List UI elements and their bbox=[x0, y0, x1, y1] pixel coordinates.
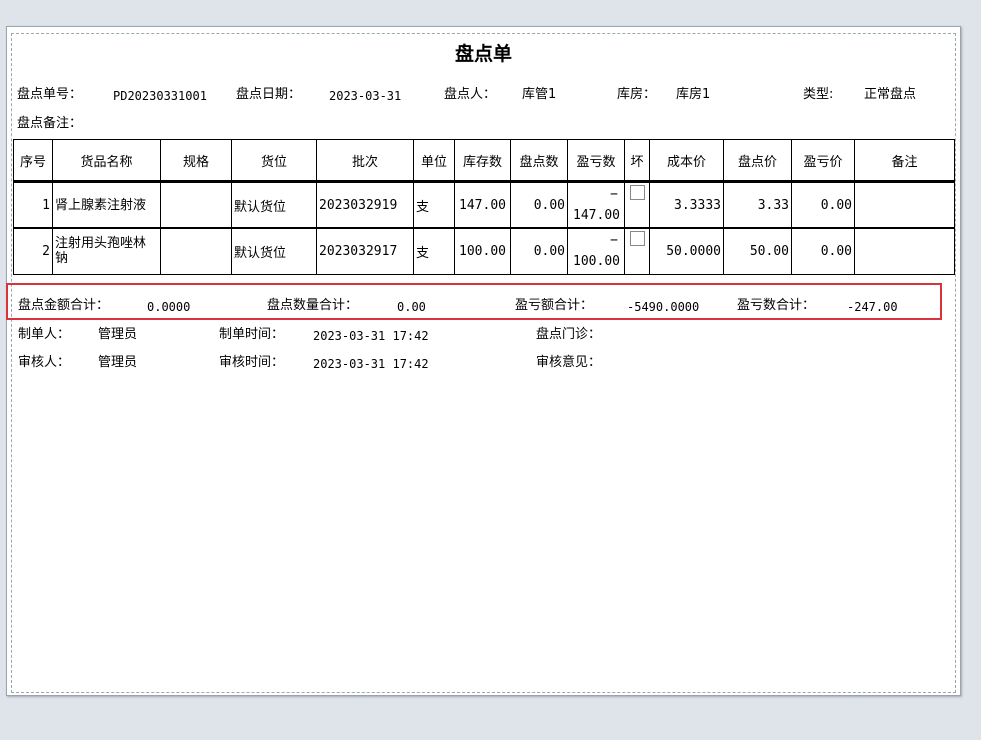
maker-label: 制单人： bbox=[18, 327, 71, 342]
col-header: 备注 bbox=[854, 139, 955, 183]
print-preview-page: 盘点单 盘点单号： PD20230331001 盘点日期： 2023-03-31… bbox=[6, 26, 961, 696]
order-no-value: PD20230331001 bbox=[113, 89, 207, 103]
review-time-value: 2023-03-31 17:42 bbox=[313, 357, 429, 371]
cell-cost: 3.3333 bbox=[649, 181, 724, 229]
col-header: 成本价 bbox=[649, 139, 724, 183]
cell-batch: 2023032919 bbox=[316, 181, 414, 229]
col-header: 序号 bbox=[13, 139, 53, 183]
cell-batch: 2023032917 bbox=[316, 227, 414, 275]
col-header: 库存数 bbox=[454, 139, 511, 183]
remark-label: 盘点备注： bbox=[17, 116, 83, 131]
cell-counted: 0.00 bbox=[510, 181, 568, 229]
col-header: 盘点数 bbox=[510, 139, 568, 183]
totals-highlight-box bbox=[6, 283, 942, 320]
reviewer-label: 审核人： bbox=[18, 355, 71, 370]
order-no-label: 盘点单号： bbox=[17, 87, 83, 102]
diff-sign: − bbox=[610, 187, 618, 202]
count-date-label: 盘点日期： bbox=[236, 87, 302, 102]
col-header: 规格 bbox=[160, 139, 232, 183]
type-label: 类型: bbox=[803, 87, 834, 102]
document-title: 盘点单 bbox=[455, 43, 513, 65]
cell-cost: 50.0000 bbox=[649, 227, 724, 275]
col-header: 盈亏数 bbox=[567, 139, 625, 183]
print-area-border bbox=[11, 33, 956, 693]
cell-counted: 0.00 bbox=[510, 227, 568, 275]
count-person-value: 库管1 bbox=[522, 87, 557, 102]
cell-count-price: 3.33 bbox=[723, 181, 792, 229]
col-header: 货位 bbox=[231, 139, 317, 183]
col-header: 货品名称 bbox=[52, 139, 161, 183]
col-header: 坏 bbox=[624, 139, 650, 183]
col-header: 批次 bbox=[316, 139, 414, 183]
cell-remark bbox=[854, 181, 955, 229]
review-time-label: 审核时间： bbox=[219, 355, 285, 370]
cell-unit: 支 bbox=[413, 181, 455, 229]
clinic-label: 盘点门诊： bbox=[536, 327, 602, 342]
table-header-row: 序号 货品名称 规格 货位 批次 单位 库存数 盘点数 盈亏数 坏 成本价 盘点… bbox=[13, 139, 955, 183]
cell-damaged bbox=[624, 227, 650, 275]
diff-value: 100.00 bbox=[573, 254, 620, 270]
cell-spec bbox=[160, 181, 232, 229]
cell-location: 默认货位 bbox=[231, 181, 317, 229]
cell-unit: 支 bbox=[413, 227, 455, 275]
opinion-label: 审核意见： bbox=[536, 355, 602, 370]
cell-remark bbox=[854, 227, 955, 275]
cell-product-name: 注射用头孢唑林钠 bbox=[52, 227, 161, 275]
cell-damaged bbox=[624, 181, 650, 229]
cell-stock: 100.00 bbox=[454, 227, 511, 275]
damaged-checkbox[interactable] bbox=[629, 185, 645, 200]
diff-sign: − bbox=[610, 233, 618, 249]
make-time-value: 2023-03-31 17:42 bbox=[313, 329, 429, 343]
warehouse-label: 库房： bbox=[617, 87, 657, 102]
cell-diff-price: 0.00 bbox=[791, 227, 855, 275]
col-header: 盈亏价 bbox=[791, 139, 855, 183]
cell-location: 默认货位 bbox=[231, 227, 317, 275]
inventory-table: 序号 货品名称 规格 货位 批次 单位 库存数 盘点数 盈亏数 坏 成本价 盘点… bbox=[13, 139, 955, 275]
cell-stock: 147.00 bbox=[454, 181, 511, 229]
cell-count-price: 50.00 bbox=[723, 227, 792, 275]
cell-diff-price: 0.00 bbox=[791, 181, 855, 229]
count-person-label: 盘点人： bbox=[444, 87, 497, 102]
cell-seq: 2 bbox=[13, 227, 53, 275]
diff-value: 147.00 bbox=[573, 208, 620, 223]
cell-diff: − 100.00 bbox=[567, 227, 625, 275]
warehouse-value: 库房1 bbox=[676, 87, 711, 102]
count-date-value: 2023-03-31 bbox=[329, 89, 402, 103]
table-row: 2 注射用头孢唑林钠 默认货位 2023032917 支 100.00 0.00… bbox=[13, 227, 955, 275]
maker-value: 管理员 bbox=[98, 327, 138, 342]
make-time-label: 制单时间： bbox=[219, 327, 285, 342]
type-value: 正常盘点 bbox=[864, 87, 917, 102]
cell-diff: − 147.00 bbox=[567, 181, 625, 229]
cell-seq: 1 bbox=[13, 181, 53, 229]
table-row: 1 肾上腺素注射液 默认货位 2023032919 支 147.00 0.00 … bbox=[13, 181, 955, 229]
damaged-checkbox[interactable] bbox=[629, 231, 645, 246]
col-header: 单位 bbox=[413, 139, 455, 183]
cell-product-name: 肾上腺素注射液 bbox=[52, 181, 161, 229]
reviewer-value: 管理员 bbox=[98, 355, 138, 370]
cell-spec bbox=[160, 227, 232, 275]
col-header: 盘点价 bbox=[723, 139, 792, 183]
